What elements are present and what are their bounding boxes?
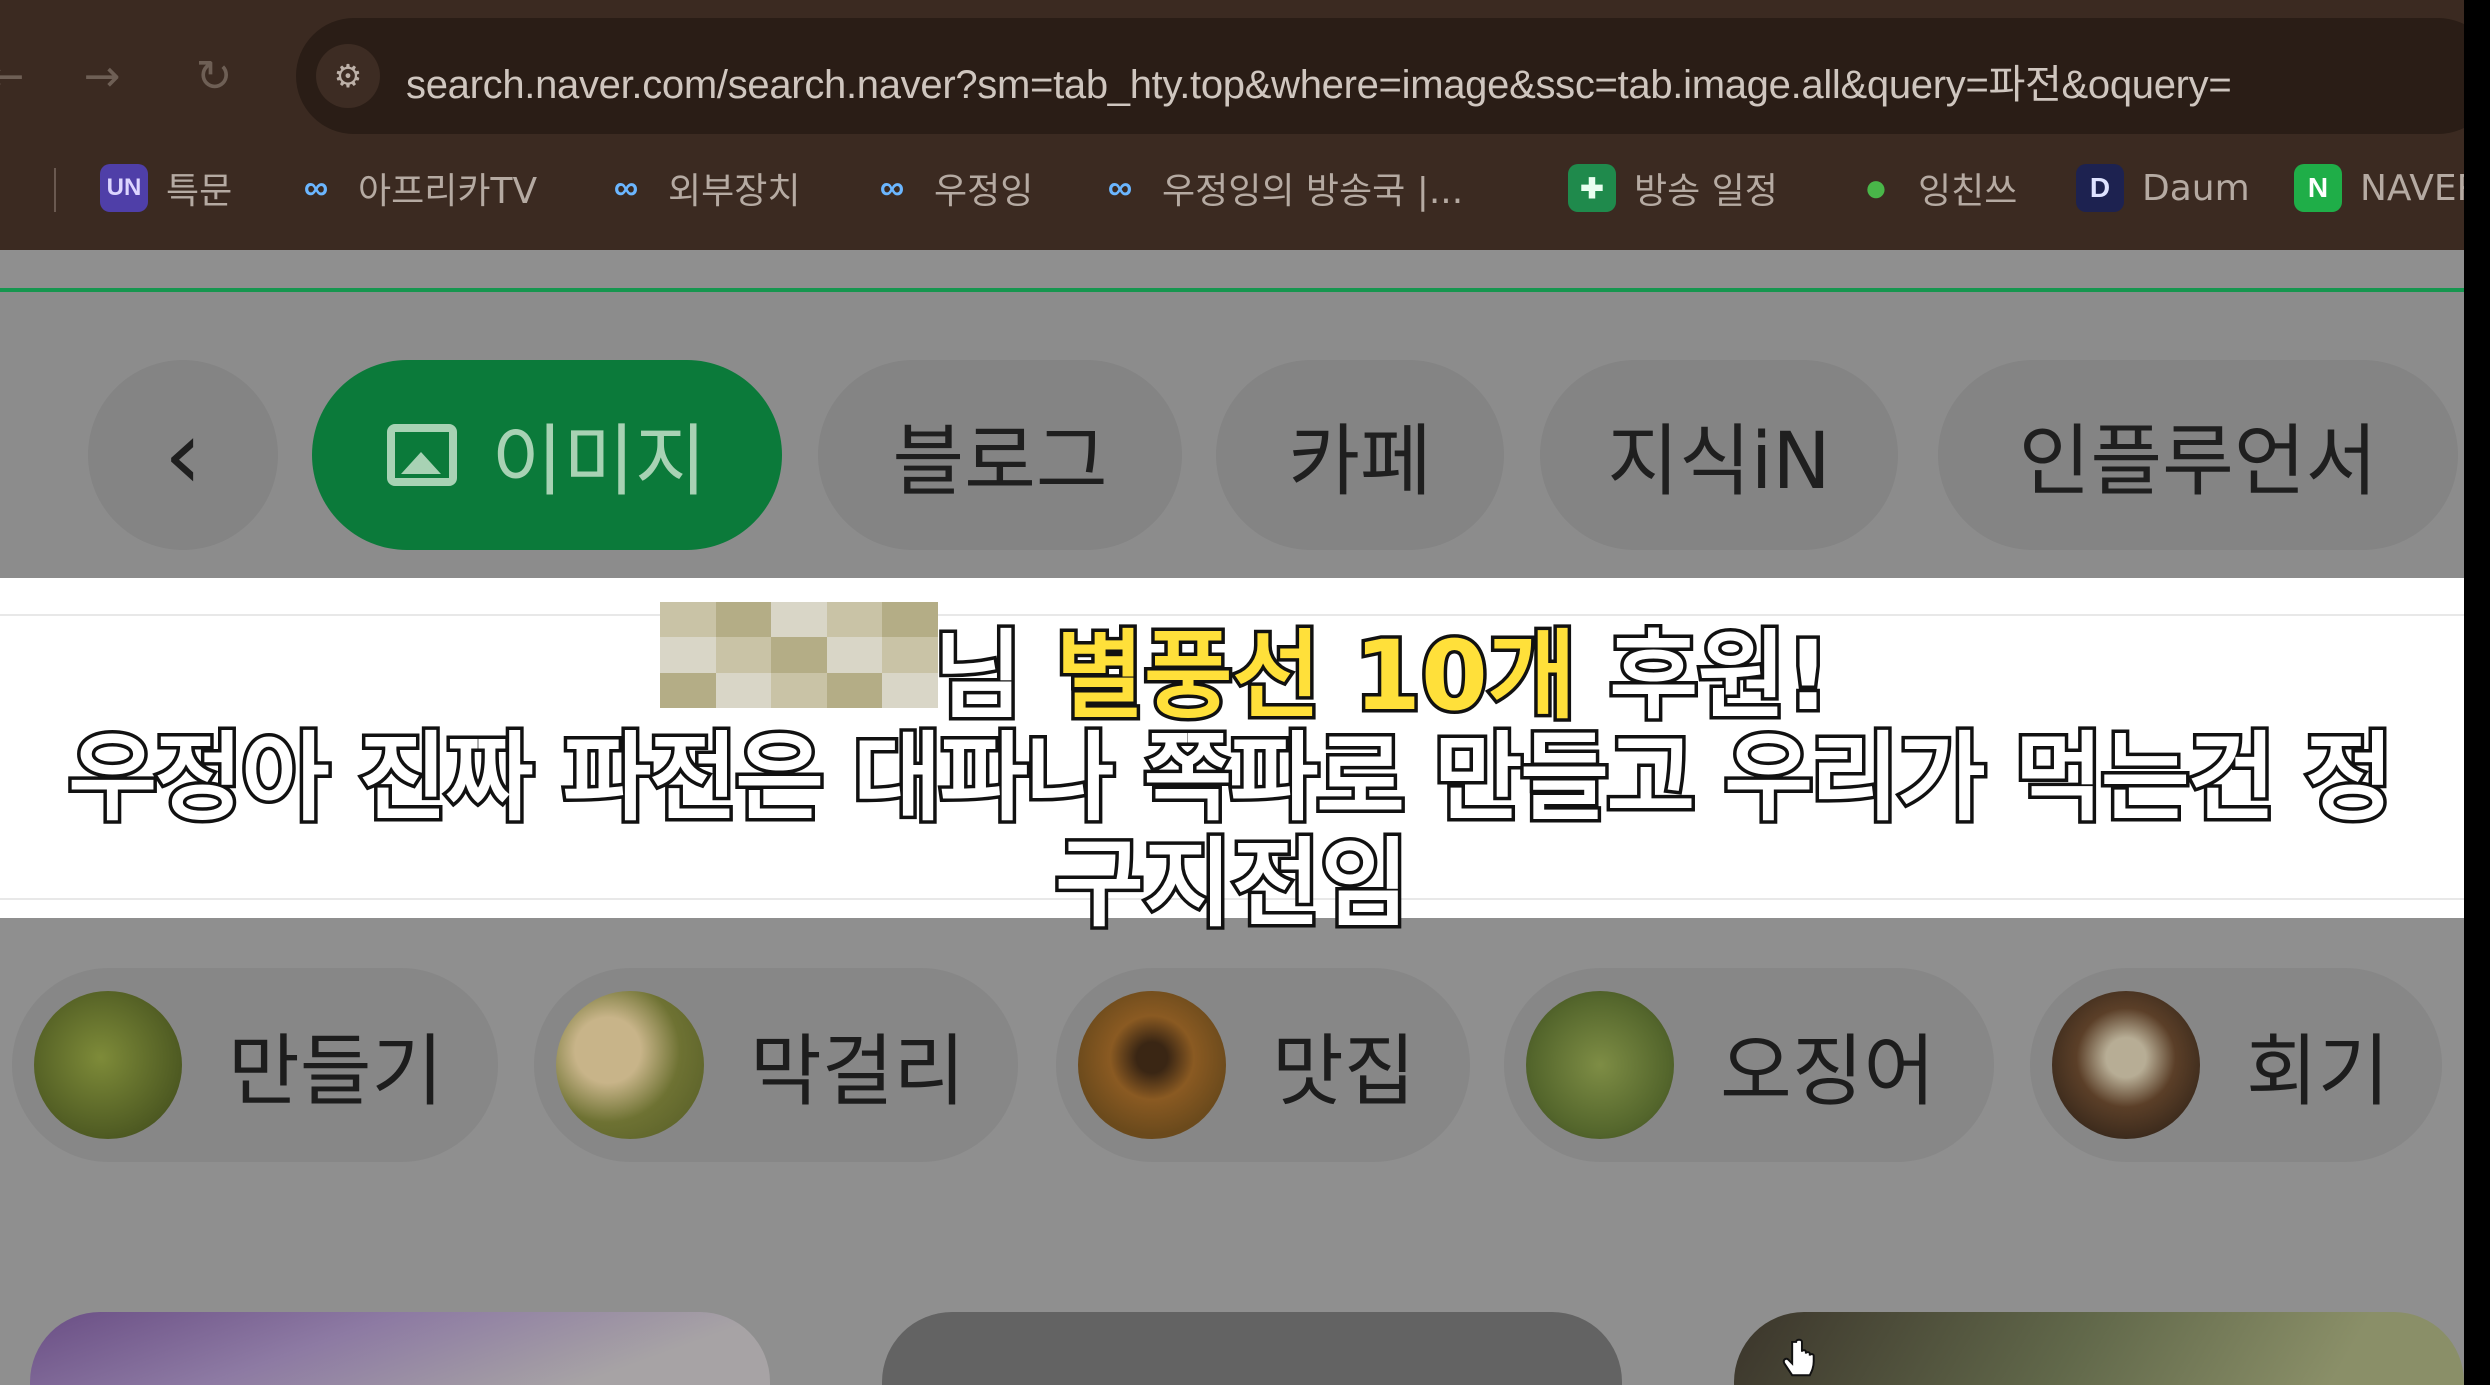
tab-kin[interactable]: 지식iN [1540,360,1898,550]
afreecatv-icon: ∞ [613,168,639,207]
back-arrow-icon[interactable]: ← [0,46,36,106]
related-chip-squid[interactable]: 오징어 [1504,968,1994,1162]
chip-label: 맛집 [1272,1027,1416,1117]
leaf-icon: ● [1863,165,1889,210]
tab-influencer[interactable]: 인플루언서 [1938,360,2458,550]
bookmark-item[interactable]: D Daum [2076,160,2250,216]
chip-label: 회기 [2246,1027,2390,1117]
chevron-left-icon: ‹ [163,399,203,511]
chip-thumbnail [1526,991,1674,1139]
bookmark-label: 아프리카TV [358,171,538,212]
related-chip-makgeolli[interactable]: 막걸리 [534,968,1018,1162]
bookmark-item[interactable]: ✚ 방송 일정 [1568,160,1778,216]
tab-blog[interactable]: 블로그 [818,360,1182,550]
naver-icon: N [2294,164,2342,212]
chip-thumbnail [2052,991,2200,1139]
site-info-icon[interactable]: ⚙ [316,44,380,108]
window-edge [2464,0,2490,1385]
chip-label: 막걸리 [750,1027,966,1117]
bookmark-label: Daum [2142,167,2250,209]
tab-scroll-back-button[interactable]: ‹ [88,360,278,550]
forward-arrow-icon[interactable]: → [72,46,132,106]
bookmark-label: 방송 일정 [1634,171,1778,212]
bookmark-label: 우정잉 [934,171,1034,212]
bookmark-item[interactable]: ∞ 외부장치 [602,160,801,216]
related-chip-hoegi[interactable]: 회기 [2030,968,2442,1162]
chip-thumbnail [556,991,704,1139]
bookmark-label: 특문 [166,171,233,212]
donation-message-line: 구지전임 [1052,825,1412,944]
bookmark-item[interactable]: ∞ 우정잉의 방송국 |... [1096,160,1463,216]
chip-thumbnail [34,991,182,1139]
reload-icon[interactable]: ↻ [184,46,244,106]
chip-label: 만들기 [228,1027,444,1117]
bookmark-item[interactable]: UN 특문 [100,160,232,216]
bookmark-label: 잉친쓰 [1918,171,2018,212]
screen: ← → ↻ ⚙ search.naver.com/search.naver?sm… [0,0,2464,1385]
un-icon: UN [100,164,148,212]
afreecatv-icon: ∞ [1107,168,1133,207]
tab-cafe[interactable]: 카페 [1216,360,1504,550]
related-chip-restaurant[interactable]: 맛집 [1056,968,1470,1162]
bookmark-label: NAVER [2360,167,2464,209]
chip-thumbnail [1078,991,1226,1139]
bookmark-separator [54,168,56,212]
url-text[interactable]: search.naver.com/search.naver?sm=tab_hty… [406,52,2232,110]
chip-label: 오징어 [1720,1027,1936,1117]
image-icon [387,424,458,486]
tab-label: 이미지 [491,417,707,507]
bookmark-item[interactable]: ∞ 아프리카TV [292,160,537,216]
bookmark-item[interactable]: ∞ 우정잉 [868,160,1034,216]
daum-icon: D [2076,164,2124,212]
image-result-tile[interactable] [30,1312,770,1385]
tab-label: 카페 [1288,417,1432,507]
tab-label: 지식iN [1607,417,1831,507]
bookmark-item[interactable]: ● 잉친쓰 [1852,160,2017,216]
bookmark-label: 우정잉의 방송국 |... [1162,171,1464,212]
tab-image[interactable]: 이미지 [312,360,782,550]
tab-label: 블로그 [892,417,1108,507]
afreecatv-icon: ∞ [303,168,329,207]
afreecatv-icon: ∞ [879,168,905,207]
bookmark-item[interactable]: N NAVER [2294,160,2464,216]
image-result-tile[interactable] [882,1312,1622,1385]
tab-label: 인플루언서 [2018,417,2378,507]
related-chip-making[interactable]: 만들기 [12,968,498,1162]
sheets-plus-icon: ✚ [1568,164,1616,212]
hand-cursor-icon [1782,1338,1815,1377]
image-result-tile[interactable] [1734,1312,2464,1385]
bookmark-label: 외부장치 [668,171,801,212]
